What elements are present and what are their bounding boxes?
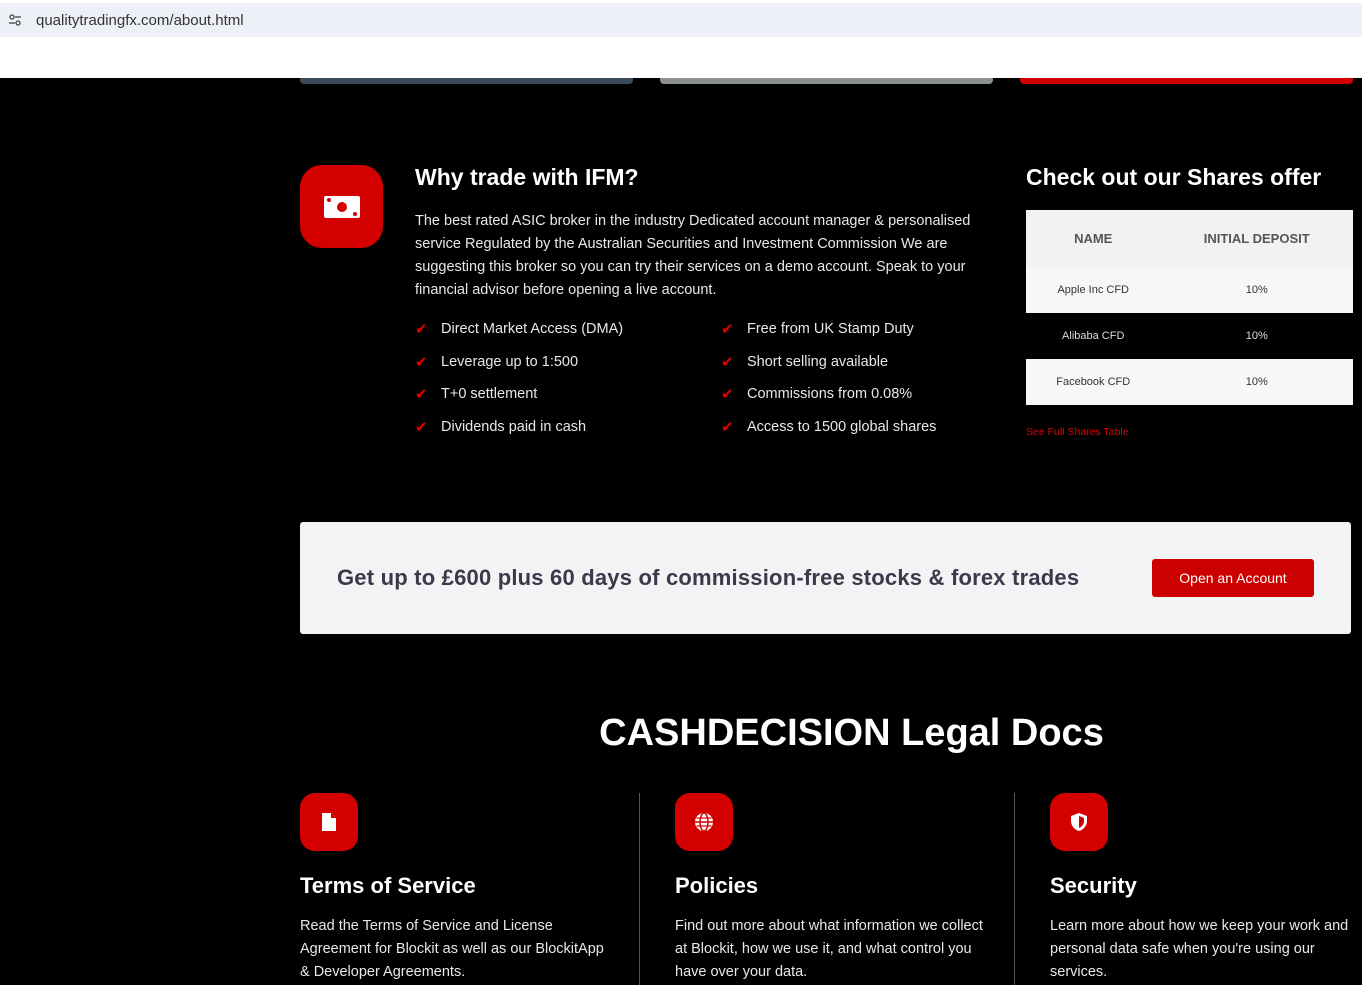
site-info-icon[interactable] <box>0 3 30 37</box>
full-shares-table-link[interactable]: See Full Shares Table <box>1026 426 1129 438</box>
check-icon: ✔ <box>415 353 428 371</box>
check-icon: ✔ <box>721 353 734 371</box>
document-icon <box>300 793 358 851</box>
why-title: Why trade with IFM? <box>415 164 639 190</box>
legal-title: CASHDECISION Legal Docs <box>599 712 1104 754</box>
shield-icon <box>1050 793 1108 851</box>
check-icon: ✔ <box>721 386 734 404</box>
doc-title[interactable]: Policies <box>675 873 1015 899</box>
shares-title: Check out our Shares offer <box>1026 164 1322 190</box>
table-row: Facebook CFD 10% <box>1026 359 1353 405</box>
doc-text: Learn more about how we keep your work a… <box>1050 918 1349 980</box>
column-divider <box>1014 793 1015 985</box>
column-header-deposit: INITIAL DEPOSIT <box>1160 210 1353 267</box>
doc-security: Security Learn more about how we keep yo… <box>1050 793 1362 984</box>
doc-title[interactable]: Terms of Service <box>300 873 640 899</box>
doc-policies: Policies Find out more about what inform… <box>675 793 1015 984</box>
feature-item: ✔ Dividends paid in cash <box>415 418 587 436</box>
table-row: Apple Inc CFD 10% <box>1026 267 1353 313</box>
check-icon: ✔ <box>721 321 734 339</box>
feature-item: ✔ Commissions from 0.08% <box>721 386 913 404</box>
feature-item: ✔ Access to 1500 global shares <box>721 418 937 436</box>
feature-item: ✔ Direct Market Access (DMA) <box>415 321 624 339</box>
address-bar[interactable]: qualitytradingfx.com/about.html <box>0 3 1362 37</box>
feature-item: ✔ Leverage up to 1:500 <box>415 353 579 371</box>
feature-item: ✔ T+0 settlement <box>415 386 538 404</box>
doc-terms: Terms of Service Read the Terms of Servi… <box>300 793 640 984</box>
top-card-bar-3 <box>1020 78 1353 84</box>
column-header-name: NAME <box>1026 210 1161 267</box>
promo-text: Get up to £600 plus 60 days of commissio… <box>337 565 1080 590</box>
top-card-bar-1 <box>300 78 633 84</box>
check-icon: ✔ <box>721 418 734 436</box>
doc-text: Find out more about what information we … <box>675 918 983 980</box>
feature-item: ✔ Free from UK Stamp Duty <box>721 321 914 339</box>
check-icon: ✔ <box>415 386 428 404</box>
shares-table: NAME INITIAL DEPOSIT Apple Inc CFD 10% A… <box>1026 210 1353 405</box>
doc-title[interactable]: Security <box>1050 873 1362 899</box>
globe-icon <box>675 793 733 851</box>
top-card-bar-2 <box>660 78 993 84</box>
url-text[interactable]: qualitytradingfx.com/about.html <box>36 12 244 29</box>
column-divider <box>639 793 640 985</box>
table-row: Alibaba CFD 10% <box>1026 313 1353 359</box>
open-account-button[interactable]: Open an Account <box>1152 559 1314 597</box>
doc-text: Read the Terms of Service and License Ag… <box>300 918 604 980</box>
promo-banner: Get up to £600 plus 60 days of commissio… <box>300 522 1351 634</box>
feature-item: ✔ Short selling available <box>721 353 889 371</box>
browser-chrome: qualitytradingfx.com/about.html <box>0 0 1362 78</box>
feature-list: ✔ Direct Market Access (DMA) ✔ Free from U… <box>415 318 975 438</box>
money-icon <box>300 165 383 248</box>
why-description: The best rated ASIC broker in the indust… <box>415 213 971 298</box>
check-icon: ✔ <box>415 418 428 436</box>
check-icon: ✔ <box>415 321 428 339</box>
